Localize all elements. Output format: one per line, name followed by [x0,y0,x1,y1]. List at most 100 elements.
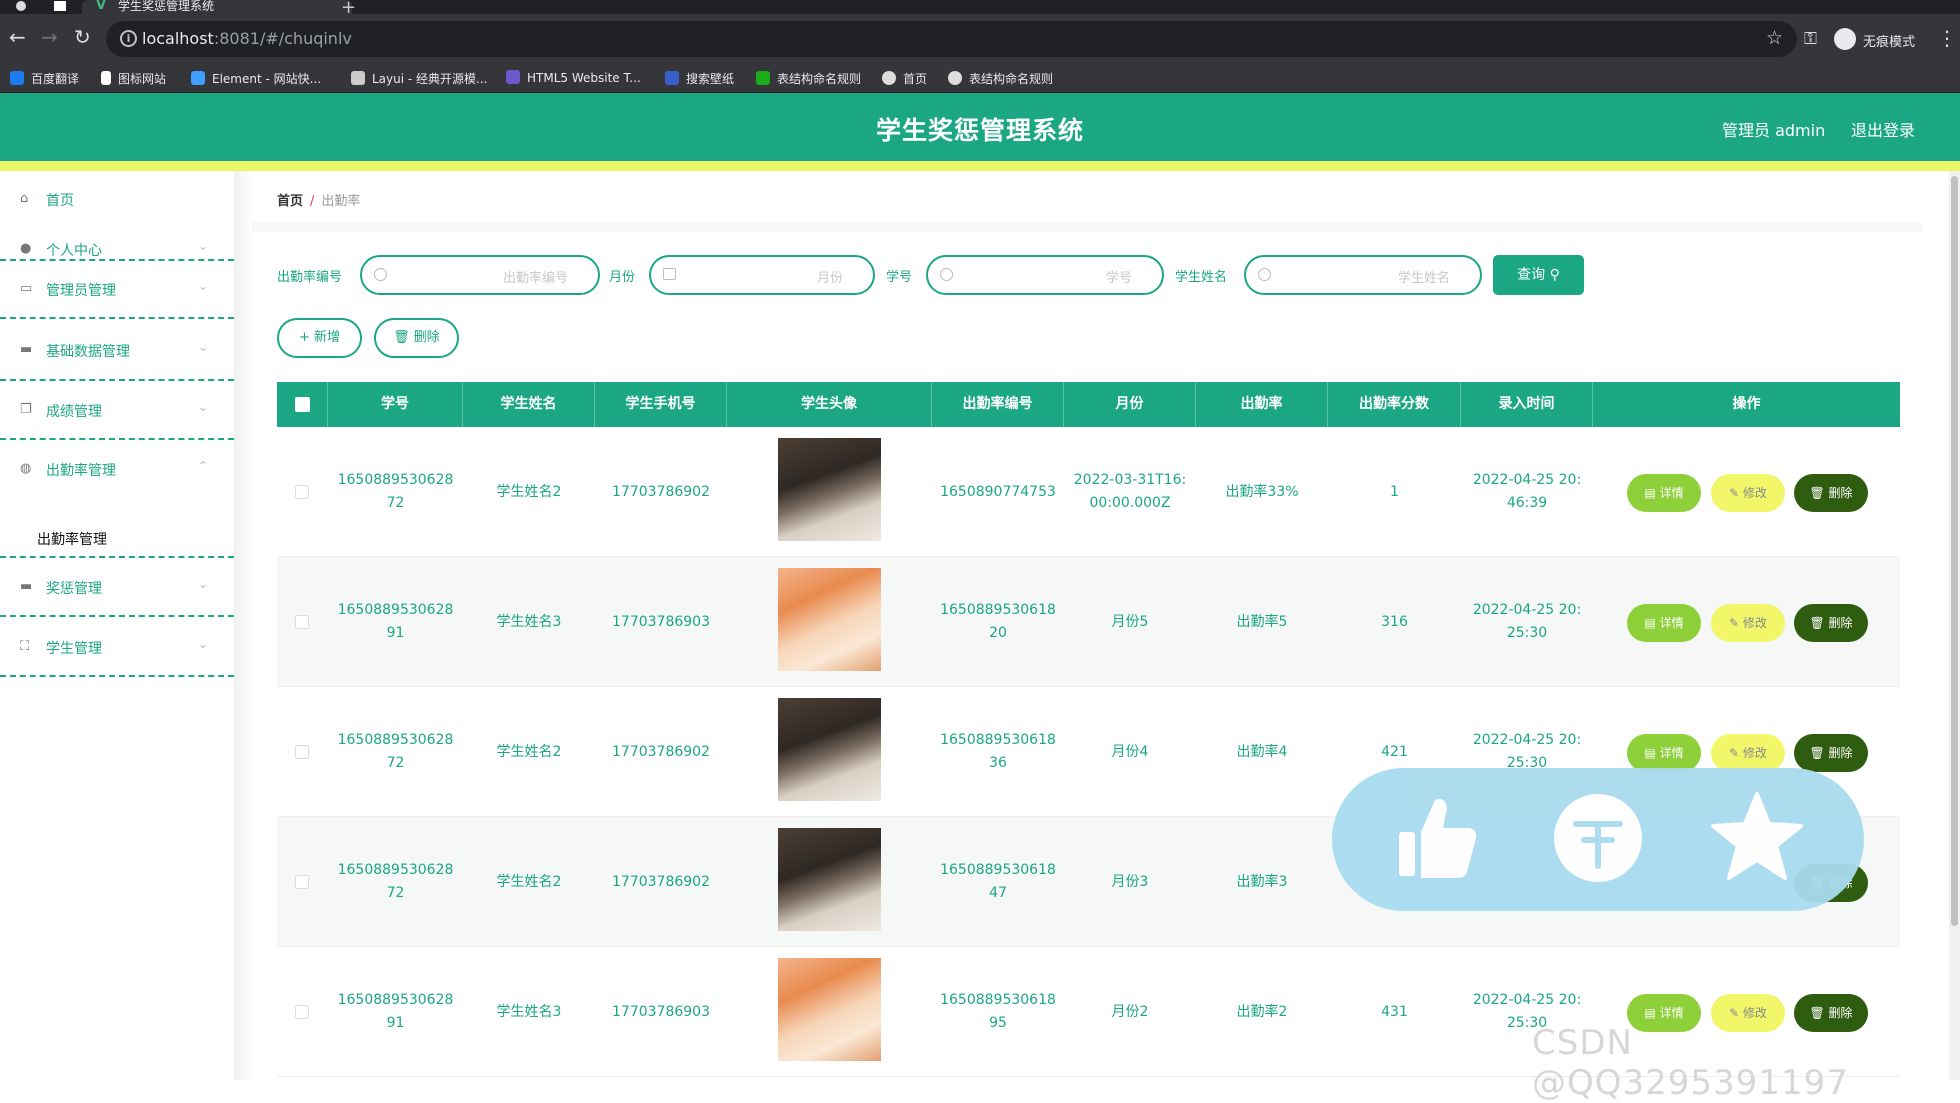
browser-tab[interactable]: V 学生奖惩管理系统 [82,0,352,14]
column-header: 学生姓名 [463,382,595,427]
menu-kebab-icon[interactable]: ⋮ [1937,26,1957,50]
page-scrollbar-thumb[interactable] [1951,176,1958,926]
cell-rate: 出勤率4 [1236,743,1288,760]
key-icon[interactable]: ⚿ [1804,29,1817,49]
select-all-checkbox[interactable] [295,397,310,412]
cell-phone: 17703786902 [612,873,710,890]
coin-icon[interactable] [1548,788,1648,888]
incognito-icon[interactable] [1834,28,1856,50]
cell-phone: 17703786903 [612,1003,710,1020]
cell-entry-time: 2022-04-25 20: 46:39 [1472,472,1582,511]
bookmark-item[interactable]: 搜索壁纸 [665,70,734,87]
column-header: 操作 [1732,396,1761,412]
column-header: 出勤率分数 [1328,382,1461,427]
bookmark-item[interactable]: Element - 网站快... [191,70,321,87]
bookmark-item[interactable]: Layui - 经典开源模... [351,70,487,87]
message-icon: ▬ [20,342,33,357]
url-field[interactable]: i localhost:8081/#/chuqinlv ☆ [106,21,1797,57]
bookmark-item[interactable]: HTML5 Website T... [506,70,641,85]
thumbs-up-icon[interactable] [1387,788,1487,888]
student-avatar [778,958,881,1061]
cell-attendance-code: 1650889530618 20 [940,602,1056,641]
row-checkbox[interactable] [295,875,309,889]
search-icon [1258,268,1271,281]
breadcrumb-separator: / [310,194,315,209]
cell-student-name: 学生姓名2 [496,743,562,760]
document-icon: ▤ [1644,616,1660,630]
row-checkbox[interactable] [295,745,309,759]
vue-icon: V [96,0,107,13]
trash-icon: 🗑 [1809,746,1829,760]
document-icon: ▤ [1644,746,1660,760]
calendar-icon [663,268,676,280]
breadcrumb-current: 出勤率 [321,194,361,209]
query-button[interactable]: 查询 ⚲ [1493,255,1584,295]
bookmark-item[interactable]: 图标网站 [101,70,166,87]
cell-attendance-code: 1650889530618 47 [940,862,1056,901]
chat-icon: ▭ [20,281,33,296]
delete-button[interactable]: 🗑 删除 [1794,604,1868,642]
cell-student-name: 学生姓名2 [496,483,562,500]
detail-button[interactable]: ▤ 详情 [1627,734,1701,772]
delete-selected-button[interactable]: 🗑 删除 [374,318,459,358]
delete-button[interactable]: 🗑 删除 [1794,474,1868,512]
edit-button[interactable]: ✎ 修改 [1711,734,1785,772]
sidebar-item-personal[interactable]: ● 个人中心 ⌄ [0,201,234,261]
search-input-student-name[interactable]: 学生姓名 [1244,255,1482,295]
cell-entry-time: 2022-04-25 20: 25:30 [1472,602,1582,641]
logout-link[interactable]: 退出登录 [1851,117,1915,141]
cell-rate: 出勤率33% [1225,483,1299,500]
bookmark-item[interactable]: 首页 [882,70,927,87]
add-button[interactable]: + 新增 [277,318,362,358]
cell-student-name: 学生姓名3 [496,1003,562,1020]
breadcrumb-home[interactable]: 首页 [277,194,303,209]
url-text[interactable]: localhost:8081/#/chuqinlv [142,29,352,48]
sidebar: ⌂ 首页 ● 个人中心 ⌄ ▭ 管理员管理 ⌄ ▬ 基础数据管理 ⌄ ❐ 成绩管… [0,171,234,1080]
sidebar-item-admins[interactable]: ▭ 管理员管理 ⌄ [0,261,234,319]
detail-button[interactable]: ▤ 详情 [1627,604,1701,642]
sidebar-item-rewards[interactable]: ▬ 奖惩管理 ⌄ [0,558,234,617]
sidebar-subitem-attendance[interactable]: 出勤率管理 [37,529,107,549]
row-checkbox[interactable] [295,615,309,629]
search-input-student-id[interactable]: 学号 [926,255,1164,295]
window-icon[interactable] [53,0,67,12]
chevron-down-icon: ⌄ [198,637,209,651]
edit-button[interactable]: ✎ 修改 [1711,474,1785,512]
detail-button[interactable]: ▤ 详情 [1627,474,1701,512]
student-avatar [778,828,881,931]
cell-month: 月份4 [1111,743,1149,760]
search-label-month: 月份 [609,270,636,285]
reload-icon[interactable]: ↻ [74,27,91,47]
back-icon[interactable]: ← [9,27,26,47]
trash-icon: 🗑 [1809,616,1829,630]
chevron-down-icon: ⌄ [198,279,209,293]
row-checkbox[interactable] [295,1005,309,1019]
cell-student-name: 学生姓名2 [496,873,562,890]
cell-score: 1 [1390,483,1399,500]
search-icon [374,268,387,281]
floating-action-bar [1332,768,1864,911]
edit-icon: ✎ [1729,746,1743,760]
bookmark-item[interactable]: 表结构命名规则 [756,70,861,87]
star-icon[interactable] [1707,788,1807,888]
info-icon[interactable]: i [120,30,137,47]
search-input-code[interactable]: 出勤率编号 [360,255,600,295]
document-icon: ▤ [1644,486,1660,500]
bookmark-item[interactable]: 百度翻译 [10,70,79,87]
row-checkbox[interactable] [295,485,309,499]
table-row: 1650889530628 72 学生姓名2 17703786902 16508… [277,427,1900,557]
cell-score: 431 [1381,1003,1408,1020]
bookmark-star-icon[interactable]: ☆ [1766,27,1783,49]
forward-icon[interactable]: → [41,27,58,47]
bookmark-item[interactable]: 表结构命名规则 [948,70,1053,87]
column-header: 录入时间 [1461,382,1593,427]
sidebar-item-basic-data[interactable]: ▬ 基础数据管理 ⌄ [0,321,234,381]
search-input-month[interactable]: 月份 [649,255,875,295]
sidebar-item-attendance[interactable]: ◍ 出勤率管理 ⌃ [0,440,234,558]
table-header: 学号 学生姓名 学生手机号 学生头像 出勤率编号 月份 出勤率 出勤率分数 录入… [277,382,1900,427]
sidebar-item-grades[interactable]: ❐ 成绩管理 ⌄ [0,381,234,440]
sidebar-item-students[interactable]: ⛶ 学生管理 ⌄ [0,617,234,677]
cell-score: 316 [1381,613,1408,630]
edit-button[interactable]: ✎ 修改 [1711,604,1785,642]
delete-button[interactable]: 🗑 删除 [1794,734,1868,772]
